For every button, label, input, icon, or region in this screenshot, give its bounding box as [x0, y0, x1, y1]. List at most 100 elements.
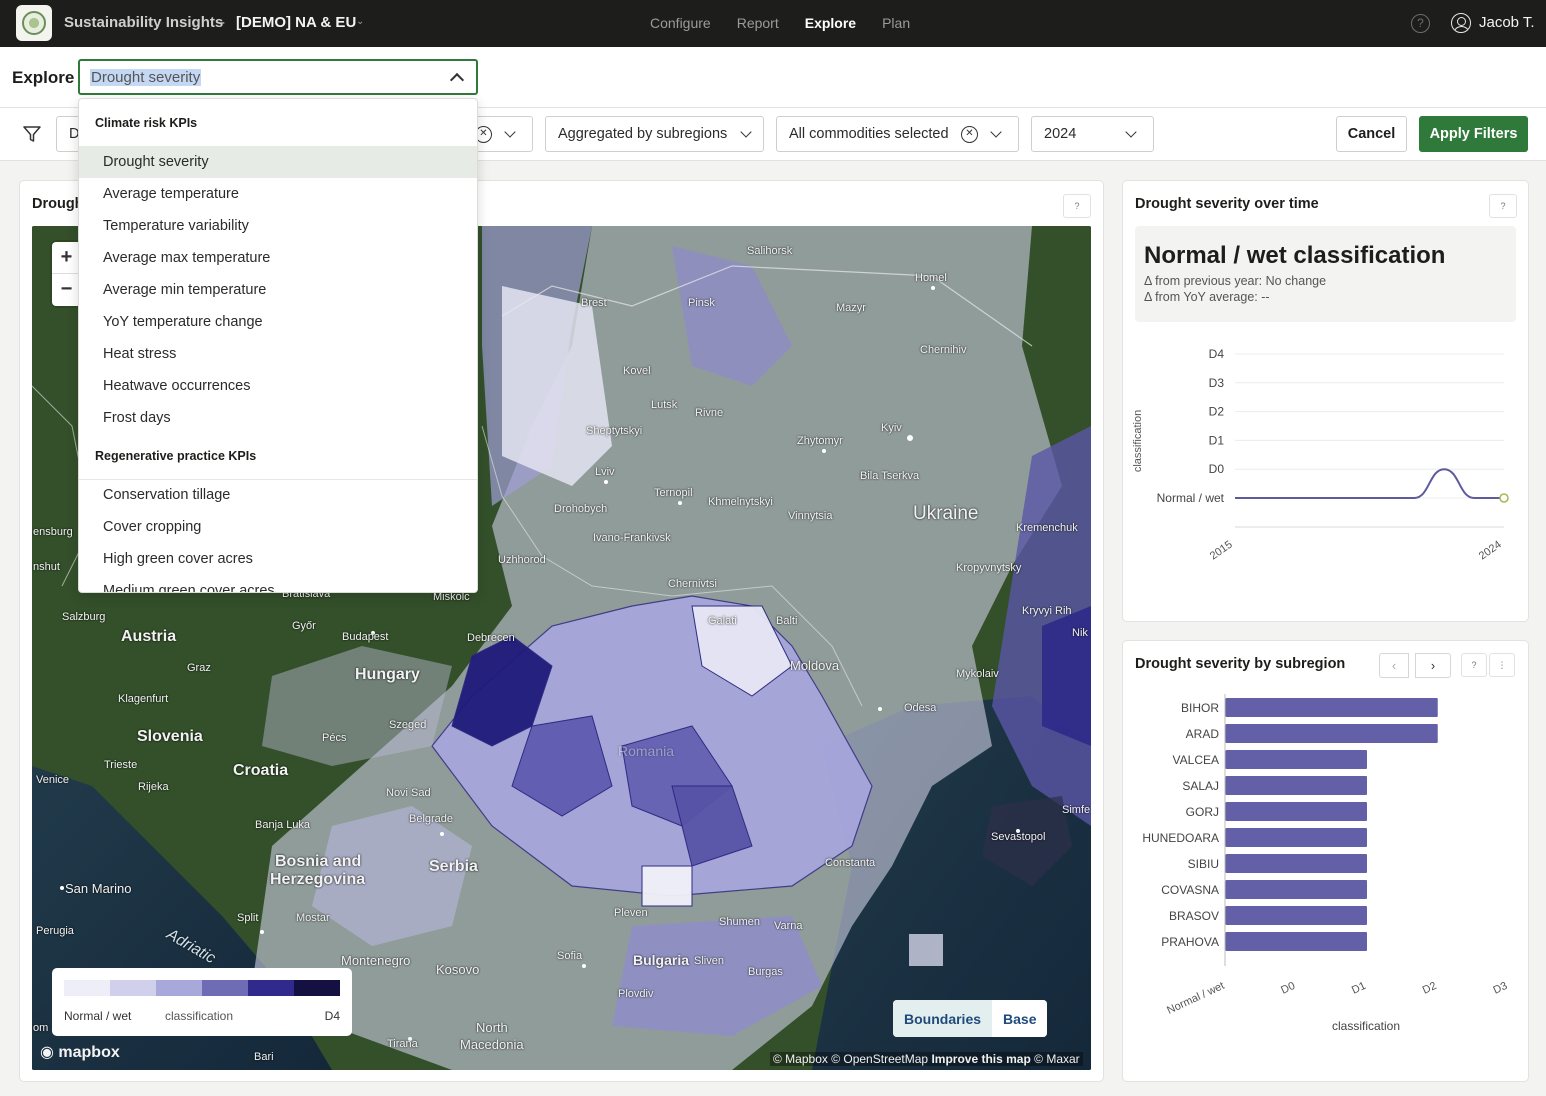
- zoom-control: + −: [52, 242, 81, 306]
- label-mykolaiv: Mykolaiv: [956, 668, 999, 680]
- label-uzhhorod: Uzhhorod: [498, 554, 546, 566]
- kpi-select-input[interactable]: Drought severity: [78, 59, 478, 95]
- y-tick-label: D4: [1209, 347, 1225, 361]
- over-time-help-button[interactable]: ?: [1489, 194, 1517, 218]
- nav-plan[interactable]: Plan: [882, 15, 910, 31]
- label-lutsk: Lutsk: [651, 399, 678, 411]
- user-avatar-icon[interactable]: [1451, 13, 1471, 33]
- more-options-icon[interactable]: ⋮: [1489, 653, 1515, 677]
- option-cover-cropping[interactable]: Cover cropping: [79, 511, 477, 543]
- label-klagenfurt: Klagenfurt: [118, 693, 169, 705]
- option-heatwave-occurrences[interactable]: Heatwave occurrences: [79, 370, 477, 402]
- attribution-maxar[interactable]: © Maxar: [1034, 1052, 1080, 1066]
- chevron-down-icon[interactable]: [1125, 126, 1137, 138]
- bar: [1225, 802, 1367, 821]
- commodities-value: All commodities selected: [789, 126, 949, 142]
- zoom-in-button[interactable]: +: [52, 242, 81, 274]
- bar: [1225, 698, 1438, 717]
- option-frost-days[interactable]: Frost days: [79, 402, 477, 434]
- app-logo[interactable]: [16, 5, 52, 41]
- nav-explore[interactable]: Explore: [805, 15, 856, 31]
- label-regensburg: ensburg: [33, 526, 73, 538]
- option-temperature-variability[interactable]: Temperature variability: [79, 210, 477, 242]
- x-tick-label: D2: [1421, 980, 1439, 997]
- option-yoy-temperature-change[interactable]: YoY temperature change: [79, 306, 477, 338]
- summary-card: Normal / wet classification Δ from previ…: [1135, 226, 1516, 322]
- user-name[interactable]: Jacob T.: [1479, 14, 1535, 31]
- mapbox-wordmark: mapbox: [58, 1044, 120, 1061]
- label-kovel: Kovel: [623, 365, 651, 377]
- cancel-button[interactable]: Cancel: [1336, 116, 1407, 152]
- label-bulgaria: Bulgaria: [633, 952, 690, 968]
- layer-toggle: Boundaries Base: [893, 1000, 1048, 1037]
- chevron-down-icon[interactable]: [740, 126, 752, 138]
- by-subregion-help-button[interactable]: ?: [1461, 653, 1487, 677]
- category-label: SALAJ: [1182, 779, 1219, 793]
- workspace-selector[interactable]: [DEMO] NA & EU: [236, 14, 356, 31]
- bar: [1225, 724, 1438, 743]
- improve-map-link[interactable]: Improve this map: [931, 1052, 1030, 1066]
- aggregation-select[interactable]: Aggregated by subregions: [545, 116, 764, 152]
- label-bila-tserkva: Bila Tserkva: [860, 470, 920, 482]
- label-szeged: Szeged: [389, 719, 427, 731]
- nav-configure[interactable]: Configure: [650, 15, 711, 31]
- next-page-button[interactable]: ›: [1415, 653, 1451, 678]
- label-hungary: Hungary: [355, 666, 420, 683]
- commodities-select[interactable]: All commodities selected ✕: [776, 116, 1019, 152]
- label-plovdiv: Plovdiv: [618, 988, 654, 1000]
- mapbox-logo[interactable]: ◉ mapbox: [40, 1042, 120, 1062]
- label-budapest: Budapest: [342, 631, 389, 643]
- boundaries-layer-button[interactable]: Boundaries: [893, 1000, 993, 1037]
- base-layer-button[interactable]: Base: [992, 1000, 1048, 1037]
- kpi-select-value[interactable]: Drought severity: [90, 69, 202, 86]
- drought-over-time-chart[interactable]: Normal / wet D0 D1 D2 D3 D4 classification 2015…: [1123, 331, 1528, 611]
- option-average-temperature[interactable]: Average temperature: [79, 178, 477, 210]
- app-name: Sustainability Insights: [64, 14, 224, 31]
- clear-commodities-icon[interactable]: ✕: [961, 126, 978, 143]
- chevron-up-icon[interactable]: [449, 72, 465, 88]
- legend-swatch: [156, 980, 202, 996]
- label-kosovo: Kosovo: [436, 962, 480, 977]
- nav-report[interactable]: Report: [737, 15, 779, 31]
- option-medium-green-cover[interactable]: Medium green cover acres: [79, 575, 477, 592]
- y-tick-label: D0: [1209, 462, 1225, 476]
- option-conservation-tillage[interactable]: Conservation tillage: [79, 479, 477, 511]
- legend-swatch: [248, 980, 294, 996]
- map-help-button[interactable]: ?: [1063, 194, 1091, 218]
- chevron-down-icon[interactable]: [990, 126, 1002, 138]
- label-serbia: Serbia: [429, 858, 478, 875]
- option-heat-stress[interactable]: Heat stress: [79, 338, 477, 370]
- help-icon[interactable]: ?: [1411, 14, 1430, 33]
- prev-page-button[interactable]: ‹: [1379, 653, 1409, 678]
- option-average-max-temperature[interactable]: Average max temperature: [79, 242, 477, 274]
- x-tick-label: Normal / wet: [1165, 980, 1226, 1017]
- label-romania: Romania: [618, 743, 675, 759]
- chevron-down-icon[interactable]: ⌄: [356, 16, 368, 28]
- label-brest: Brest: [581, 297, 607, 309]
- x-tick-label: D1: [1350, 980, 1368, 997]
- summary-headline: Normal / wet classification: [1144, 242, 1446, 269]
- category-label: BRASOV: [1169, 909, 1219, 923]
- label-kremenchuk: Kremenchuk: [1016, 522, 1078, 534]
- attribution-text[interactable]: © Mapbox © OpenStreetMap: [773, 1052, 928, 1066]
- option-high-green-cover[interactable]: High green cover acres: [79, 543, 477, 575]
- over-time-title: Drought severity over time: [1135, 196, 1319, 212]
- y-tick-label: D1: [1209, 433, 1225, 447]
- series-line: [1235, 468, 1504, 499]
- filter-icon[interactable]: [22, 124, 42, 144]
- label-ukraine: Ukraine: [913, 503, 979, 524]
- label-simferopol: Simfer: [1062, 804, 1091, 816]
- chevron-down-icon[interactable]: [504, 126, 516, 138]
- zoom-out-button[interactable]: −: [52, 274, 81, 306]
- subregion-giurgiu[interactable]: [641, 865, 693, 907]
- drought-by-subregion-chart[interactable]: BIHOR ARAD VALCEA SALAJ GORJ HUNEDOARA SIBIU CO…: [1123, 686, 1528, 1081]
- year-select[interactable]: 2024: [1031, 116, 1154, 152]
- apply-filters-button[interactable]: Apply Filters: [1419, 116, 1528, 152]
- label-rome: om: [33, 1022, 49, 1034]
- option-average-min-temperature[interactable]: Average min temperature: [79, 274, 477, 306]
- option-drought-severity[interactable]: Drought severity: [79, 146, 477, 178]
- label-debrecen: Debrecen: [467, 632, 515, 644]
- kpi-dropdown-menu: Climate risk KPIs Drought severity Avera…: [78, 98, 478, 593]
- x-tick-label: D3: [1491, 980, 1509, 997]
- label-pecs: Pécs: [322, 732, 347, 744]
